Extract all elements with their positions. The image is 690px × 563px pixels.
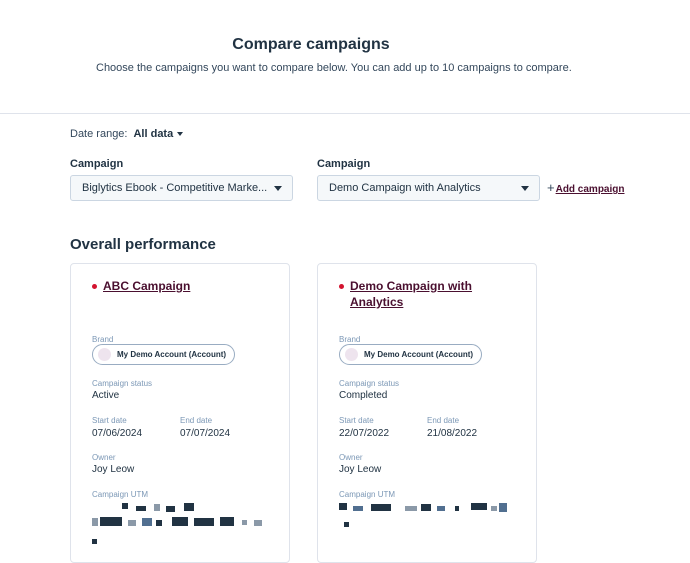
campaign-name-link[interactable]: Demo Campaign with Analytics — [350, 278, 520, 310]
utm-redacted-block — [92, 500, 272, 550]
page-title: Compare campaigns — [232, 36, 390, 53]
brand-label: Brand — [92, 335, 114, 344]
owner-value: Joy Leow — [339, 464, 382, 475]
avatar — [345, 348, 358, 361]
end-date-value: 21/08/2022 — [427, 428, 478, 439]
brand-name: My Demo Account (Account) — [117, 350, 227, 359]
owner-label: Owner — [339, 453, 363, 462]
utm-label: Campaign UTM — [339, 490, 396, 499]
campaign-select-value-2: Demo Campaign with Analytics — [329, 182, 481, 194]
brand-name: My Demo Account (Account) — [364, 350, 474, 359]
status-dot-icon — [339, 284, 344, 289]
utm-label: Campaign UTM — [92, 490, 149, 499]
brand-label: Brand — [339, 335, 361, 344]
owner-value: Joy Leow — [92, 464, 135, 475]
brand-tag: My Demo Account (Account) — [92, 344, 236, 365]
avatar — [98, 348, 111, 361]
caret-down-icon — [274, 186, 282, 191]
status-label: Campaign status — [92, 379, 153, 388]
header-divider — [0, 113, 690, 114]
date-range-value: All data — [133, 128, 174, 140]
add-campaign-button[interactable]: +Add campaign — [547, 180, 625, 195]
owner-label: Owner — [92, 453, 116, 462]
add-campaign-label: Add campaign — [555, 184, 625, 195]
start-date-value: 07/06/2024 — [92, 428, 143, 439]
campaign-card: Demo Campaign with Analytics Brand My De… — [317, 263, 537, 563]
campaign-select-1[interactable]: Biglytics Ebook - Competitive Marke... — [70, 175, 293, 201]
start-date-label: Start date — [339, 416, 374, 425]
status-dot-icon — [92, 284, 97, 289]
start-date-label: Start date — [92, 416, 127, 425]
date-range-dropdown[interactable]: All data — [133, 128, 184, 140]
date-range-filter: Date range: All data — [70, 128, 184, 140]
start-date-value: 22/07/2022 — [339, 428, 390, 439]
status-value: Completed — [339, 390, 388, 401]
caret-down-icon — [177, 132, 184, 137]
campaign-select-label-1: Campaign — [70, 158, 124, 170]
status-value: Active — [92, 390, 120, 401]
end-date-label: End date — [180, 416, 213, 425]
brand-tag: My Demo Account (Account) — [339, 344, 483, 365]
campaign-select-value-1: Biglytics Ebook - Competitive Marke... — [82, 182, 268, 194]
campaign-select-label-2: Campaign — [317, 158, 371, 170]
utm-redacted-block — [339, 500, 519, 550]
date-range-label: Date range: — [70, 128, 128, 140]
overall-performance-heading: Overall performance — [70, 236, 216, 253]
end-date-label: End date — [427, 416, 460, 425]
page-subtitle: Choose the campaigns you want to compare… — [96, 62, 572, 74]
campaign-name-link[interactable]: ABC Campaign — [103, 278, 273, 294]
campaign-select-2[interactable]: Demo Campaign with Analytics — [317, 175, 540, 201]
plus-icon: + — [547, 180, 555, 195]
status-label: Campaign status — [339, 379, 400, 388]
caret-down-icon — [521, 186, 529, 191]
end-date-value: 07/07/2024 — [180, 428, 231, 439]
campaign-card: ABC Campaign Brand My Demo Account (Acco… — [70, 263, 290, 563]
